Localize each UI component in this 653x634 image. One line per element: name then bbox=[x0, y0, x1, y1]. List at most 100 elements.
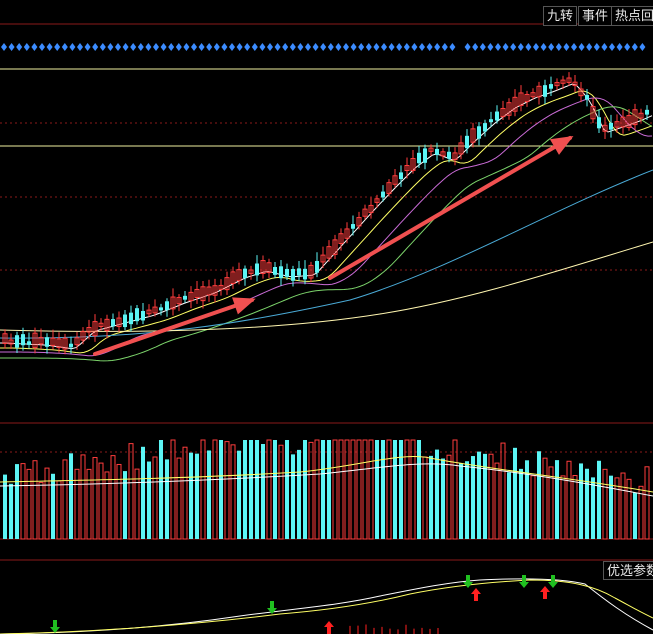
up-arrow-icon bbox=[324, 621, 334, 627]
candle-down bbox=[69, 343, 73, 348]
volume-bar-down bbox=[375, 440, 379, 539]
kline-chart[interactable] bbox=[0, 0, 653, 634]
diamond-icon bbox=[586, 43, 593, 51]
volume-bar-up bbox=[368, 439, 374, 540]
up-arrow-icon bbox=[543, 592, 547, 599]
diamond-icon bbox=[168, 43, 175, 51]
down-arrow-icon bbox=[466, 575, 470, 582]
volume-bar-up bbox=[116, 463, 122, 540]
diamond-icon bbox=[396, 43, 403, 51]
volume-bar-down bbox=[3, 474, 7, 539]
up-arrow-icon bbox=[474, 594, 478, 601]
volume-bar-up bbox=[542, 457, 548, 540]
candle-down bbox=[255, 263, 259, 276]
volume-bar-up bbox=[278, 444, 284, 540]
volume-bar-up bbox=[422, 456, 428, 540]
volume-bar-up bbox=[404, 439, 410, 540]
volume-bar-down bbox=[585, 468, 589, 539]
volume-bar-up bbox=[176, 457, 182, 540]
candle-down bbox=[585, 95, 589, 100]
volume-bar-up bbox=[152, 456, 158, 540]
candle-down bbox=[141, 311, 145, 321]
diamond-icon bbox=[84, 43, 91, 51]
diamond-icon bbox=[107, 43, 114, 51]
volume-bar-down bbox=[249, 440, 253, 539]
diamond-icon bbox=[137, 43, 144, 51]
diamond-icon bbox=[61, 43, 68, 51]
volume-bar-up bbox=[56, 480, 62, 540]
volume-bar-up bbox=[362, 439, 368, 540]
candle-down bbox=[243, 268, 247, 278]
optimal-params-button[interactable]: 优选参数 bbox=[603, 561, 653, 580]
candle-down bbox=[417, 152, 421, 164]
diamond-icon bbox=[206, 43, 213, 51]
volume-bar-up bbox=[446, 454, 452, 540]
ma10-line bbox=[0, 90, 653, 354]
diamond-icon bbox=[23, 43, 30, 51]
volume-bar-up bbox=[494, 462, 500, 540]
volume-bar-up bbox=[386, 439, 392, 540]
volume-bar-up bbox=[530, 475, 536, 540]
diamond-icon bbox=[434, 43, 441, 51]
candle-down bbox=[273, 266, 277, 275]
diamond-icon bbox=[449, 43, 456, 51]
candle-down bbox=[165, 301, 169, 311]
diamond-icon bbox=[495, 43, 501, 51]
diamond-icon bbox=[282, 43, 289, 51]
volume-bar-down bbox=[303, 440, 307, 539]
down-arrow-icon bbox=[267, 608, 277, 614]
volume-bar-up bbox=[212, 439, 218, 540]
volume-bar-down bbox=[399, 440, 403, 539]
candle-down bbox=[315, 261, 319, 273]
hotspot-review-button[interactable]: 热点回 bbox=[611, 6, 653, 26]
volume-bar-up bbox=[560, 475, 566, 540]
volume-bar-up bbox=[452, 439, 458, 540]
volume-bar-up bbox=[20, 463, 26, 540]
volume-bar-up bbox=[134, 468, 140, 540]
jiuzhuan-button[interactable]: 九转 bbox=[543, 6, 577, 26]
diamond-icon bbox=[601, 43, 608, 51]
volume-bar-down bbox=[525, 460, 529, 539]
volume-bar-down bbox=[141, 446, 145, 539]
volume-bar-down bbox=[147, 461, 151, 539]
volume-bar-down bbox=[459, 463, 463, 539]
stock-chart-window: 九转 事件 热点回 优选参数 bbox=[0, 0, 653, 634]
volume-bar-down bbox=[321, 440, 325, 539]
candle-down bbox=[45, 337, 49, 347]
candle-down bbox=[15, 335, 19, 348]
down-arrow-icon bbox=[519, 582, 529, 588]
volume-bar-down bbox=[327, 440, 331, 539]
diamond-icon bbox=[259, 43, 266, 51]
volume-bar-down bbox=[435, 449, 439, 539]
candle-down bbox=[135, 308, 139, 322]
diamond-icon bbox=[69, 43, 76, 51]
diamond-icon bbox=[305, 43, 311, 51]
up-arrow-icon bbox=[471, 588, 481, 594]
diamond-icon bbox=[198, 43, 205, 51]
volume-bar-down bbox=[633, 492, 637, 539]
diamond-icon bbox=[548, 43, 555, 51]
volume-bar-down bbox=[297, 449, 301, 539]
candle-down bbox=[279, 266, 283, 279]
diamond-icon bbox=[229, 43, 235, 51]
diamond-icon bbox=[426, 43, 433, 51]
volume-bar-up bbox=[92, 457, 98, 540]
diamond-icon bbox=[525, 43, 532, 51]
volume-bar-up bbox=[344, 439, 350, 540]
volume-bar-down bbox=[417, 440, 421, 539]
volume-bar-up bbox=[128, 443, 134, 540]
volume-bar-up bbox=[230, 444, 236, 540]
volume-bar-down bbox=[195, 453, 199, 539]
diamond-icon bbox=[1, 43, 7, 51]
diamond-icon bbox=[92, 43, 99, 51]
candle-down bbox=[27, 341, 31, 345]
candle-down bbox=[399, 172, 403, 180]
volume-bar-up bbox=[182, 446, 188, 540]
volume-bar-down bbox=[291, 454, 295, 539]
volume-bar-down bbox=[261, 443, 265, 539]
volume-bar-up bbox=[32, 460, 38, 540]
candle-down bbox=[597, 117, 601, 129]
event-button[interactable]: 事件 bbox=[578, 6, 612, 26]
volume-bar-down bbox=[219, 440, 223, 539]
volume-bar-up bbox=[314, 439, 320, 540]
